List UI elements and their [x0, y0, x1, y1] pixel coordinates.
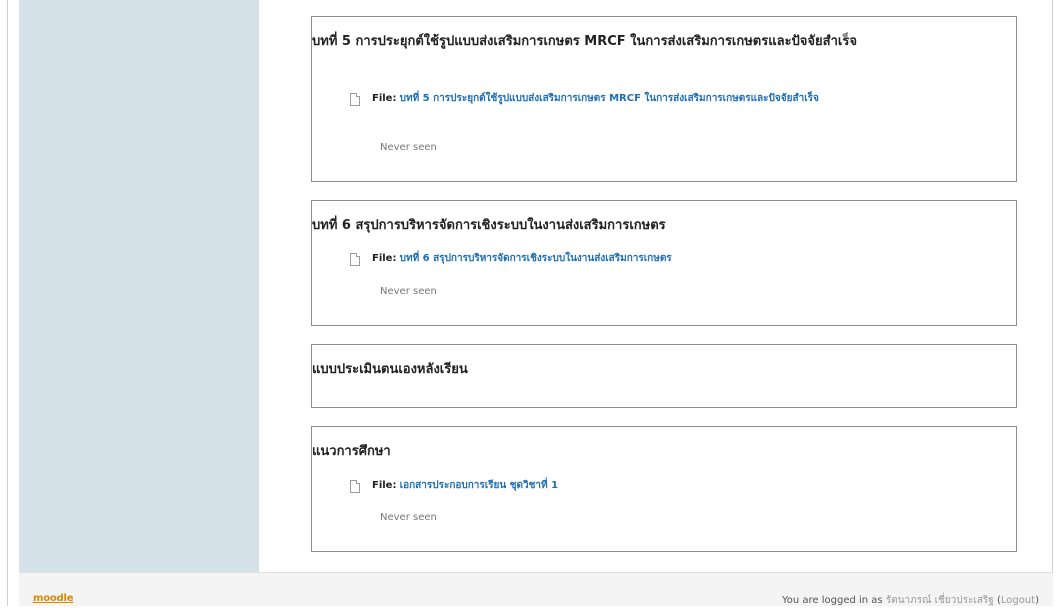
course-section: บทที่ 5 การประยุกต์ใช้รูปแบบส่งเสริมการเ… [311, 16, 1017, 182]
file-prefix: File: [372, 253, 397, 264]
completion-status: Never seen [380, 142, 437, 153]
activity-file[interactable]: File: บทที่ 6 สรุปการบริหารจัดการเชิงระบ… [350, 251, 976, 267]
logout-link[interactable]: Logout [1001, 595, 1035, 606]
completion-status: Never seen [380, 512, 437, 523]
left-sidebar [19, 0, 259, 572]
file-icon [350, 93, 360, 106]
file-link[interactable]: เอกสารประกอบการเรียน ชุดวิชาที่ 1 [400, 480, 558, 491]
logged-in-text: You are logged in as [781, 595, 883, 606]
file-prefix: File: [372, 93, 397, 104]
section-title: บทที่ 6 สรุปการบริหารจัดการเชิงระบบในงาน… [312, 218, 666, 233]
section-title: บทที่ 5 การประยุกต์ใช้รูปแบบส่งเสริมการเ… [312, 34, 857, 49]
logout-close-paren: ) [1035, 595, 1039, 606]
course-section: แนวการศึกษา File: เอกสารประกอบการเรียน ช… [311, 426, 1017, 552]
file-link[interactable]: บทที่ 5 การประยุกต์ใช้รูปแบบส่งเสริมการเ… [400, 93, 819, 104]
course-section: บทที่ 6 สรุปการบริหารจัดการเชิงระบบในงาน… [311, 200, 1017, 326]
file-icon [350, 253, 360, 266]
section-title: แนวการศึกษา [312, 444, 391, 459]
file-prefix: File: [372, 480, 397, 491]
user-profile-link[interactable]: รัตนาภรณ์ เชี่ยวประเสริฐ [886, 595, 994, 606]
completion-status: Never seen [380, 286, 437, 297]
activity-file[interactable]: File: บทที่ 5 การประยุกต์ใช้รูปแบบส่งเสร… [350, 91, 976, 107]
file-icon [350, 480, 360, 493]
page-footer: moodle You are logged in as รัตนาภรณ์ เช… [19, 572, 1053, 606]
moodle-logo[interactable]: moodle [33, 593, 74, 604]
activity-file[interactable]: File: เอกสารประกอบการเรียน ชุดวิชาที่ 1 [350, 478, 976, 494]
section-title: แบบประเมินตนเองหลังเรียน [312, 362, 468, 377]
file-link[interactable]: บทที่ 6 สรุปการบริหารจัดการเชิงระบบในงาน… [400, 253, 672, 264]
course-section: แบบประเมินตนเองหลังเรียน [311, 344, 1017, 408]
